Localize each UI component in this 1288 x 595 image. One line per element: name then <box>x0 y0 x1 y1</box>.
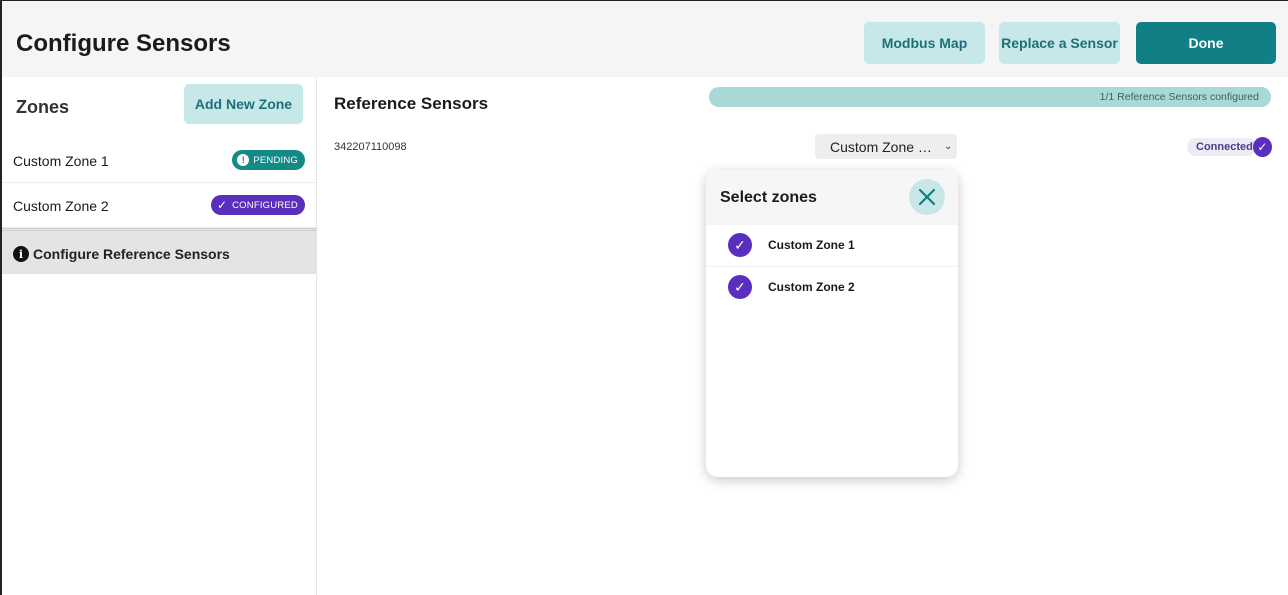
chevron-down-icon: ⌄ <box>943 141 953 152</box>
status-badge-configured: ✓ CONFIGURED <box>211 195 305 215</box>
zones-sidebar: Zones Add New Zone Custom Zone 1 ! PENDI… <box>2 77 317 595</box>
replace-sensor-button[interactable]: Replace a Sensor <box>999 22 1120 64</box>
sensor-serial: 342207110098 <box>334 141 407 153</box>
zone-label: Custom Zone 2 <box>13 198 109 214</box>
sidebar-item-configure-reference-sensors[interactable]: i Configure Reference Sensors <box>2 228 317 274</box>
exclamation-icon: ! <box>237 154 250 166</box>
select-zones-popup: Select zones ✓ Custom Zone 1 ✓ Custom Zo… <box>706 170 958 477</box>
reference-item-label: Configure Reference Sensors <box>33 246 230 262</box>
badge-label: CONFIGURED <box>232 199 298 211</box>
zone-label: Custom Zone 1 <box>13 153 109 169</box>
popup-header: Select zones <box>706 170 958 225</box>
info-icon: i <box>13 246 29 262</box>
connection-status: Connected ✓ <box>1187 137 1272 157</box>
connected-label: Connected <box>1187 138 1257 156</box>
check-circle-icon[interactable]: ✓ <box>728 233 752 257</box>
close-icon <box>918 188 936 206</box>
progress-text: 1/1 Reference Sensors configured <box>1099 91 1259 103</box>
zone-option-label: Custom Zone 1 <box>768 238 855 252</box>
zone-select-value: Custom Zone … <box>830 138 932 155</box>
sidebar-item-custom-zone-2[interactable]: Custom Zone 2 ✓ CONFIGURED <box>2 183 317 228</box>
zone-select-dropdown[interactable]: Custom Zone … ⌄ <box>815 134 957 159</box>
zones-title: Zones <box>16 97 70 117</box>
check-circle-icon[interactable]: ✓ <box>728 275 752 299</box>
status-badge-pending: ! PENDING <box>232 150 305 170</box>
done-button[interactable]: Done <box>1136 22 1276 64</box>
sidebar-item-custom-zone-1[interactable]: Custom Zone 1 ! PENDING <box>2 138 317 183</box>
reference-progress-bar: 1/1 Reference Sensors configured <box>709 87 1271 107</box>
add-new-zone-button[interactable]: Add New Zone <box>184 84 303 124</box>
zone-option-label: Custom Zone 2 <box>768 280 855 294</box>
page-title: Configure Sensors <box>16 30 231 57</box>
zone-option-custom-zone-2[interactable]: ✓ Custom Zone 2 <box>706 267 958 309</box>
zone-option-custom-zone-1[interactable]: ✓ Custom Zone 1 <box>706 225 958 267</box>
close-button[interactable] <box>909 179 945 215</box>
section-title: Reference Sensors <box>334 94 489 113</box>
check-icon: ✓ <box>216 198 228 212</box>
modbus-map-button[interactable]: Modbus Map <box>864 22 985 64</box>
badge-label: PENDING <box>253 154 298 166</box>
check-icon: ✓ <box>1252 137 1272 157</box>
popup-title: Select zones <box>720 189 817 206</box>
